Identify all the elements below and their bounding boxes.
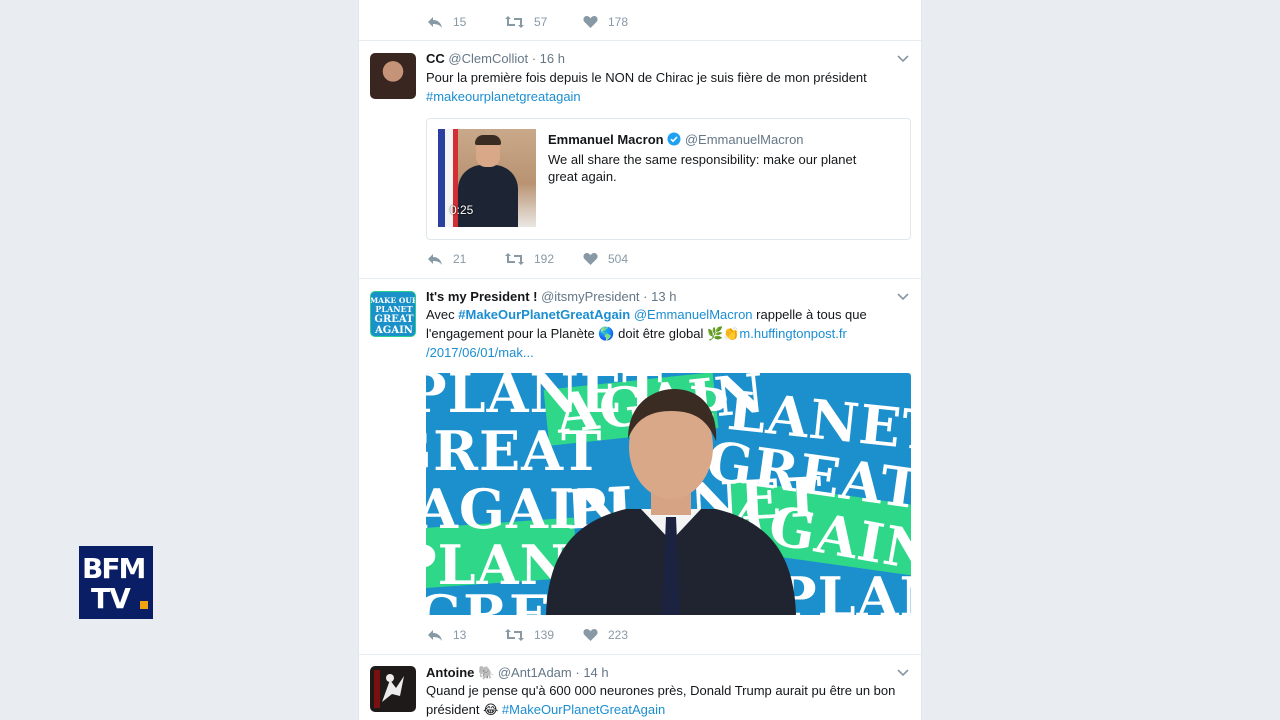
avatar-figure — [374, 670, 404, 708]
hashtag-link[interactable]: #makeourplanetgreatagain — [426, 89, 581, 104]
reply-icon — [428, 630, 442, 641]
retweet-icon — [505, 16, 524, 28]
text-segment: doit être global — [614, 326, 708, 341]
like-button[interactable]: 223 — [583, 628, 661, 642]
user-avatar[interactable] — [370, 666, 416, 712]
quoted-handle: @EmmanuelMacron — [684, 132, 804, 147]
media-image[interactable]: PLANET AGAIN PLANET GREAT GREAT AGAIN PL… — [426, 373, 911, 615]
tweet-time[interactable]: 14 h — [583, 665, 608, 680]
reply-icon — [428, 254, 442, 265]
speaker-figure — [546, 389, 796, 615]
globe-icon: 🌎 — [598, 326, 615, 341]
avatar-text: MAKE OUR PLANET GREAT AGAIN — [371, 296, 415, 336]
retweet-count: 139 — [534, 628, 555, 642]
text-segment: Avec — [426, 307, 459, 322]
verified-badge-icon — [667, 132, 681, 146]
tweet-clemcolliot[interactable]: CC @ClemColliot · 16 h Pour la première … — [359, 41, 921, 279]
tweet-body: Pour la première fois depuis le NON de C… — [426, 70, 867, 85]
retweet-count: 192 — [534, 252, 555, 266]
heart-icon — [583, 16, 598, 28]
chevron-down-icon[interactable] — [897, 666, 909, 680]
quoted-text: We all share the same responsibility: ma… — [548, 152, 857, 184]
chevron-down-icon[interactable] — [897, 52, 909, 66]
reply-button[interactable]: 13 — [427, 628, 505, 642]
tweet-header: CC @ClemColliot · 16 h — [426, 51, 565, 66]
like-count: 178 — [608, 15, 629, 29]
tweet-actions: 21 192 504 — [427, 249, 661, 269]
tweet-ant1adam[interactable]: Antoine 🐘 @Ant1Adam · 14 h Quand je pens… — [359, 655, 921, 720]
like-button[interactable]: 504 — [583, 252, 661, 266]
like-button[interactable]: 178 — [583, 15, 661, 29]
reply-button[interactable]: 21 — [427, 252, 505, 266]
tweet-feed: 15 57 178 CC @ClemColliot · 16 h Pour la… — [358, 0, 922, 720]
reply-button[interactable]: 15 — [427, 15, 505, 29]
user-handle[interactable]: @itsmyPresident — [541, 289, 639, 304]
elephant-icon: 🐘 — [478, 665, 495, 680]
user-avatar[interactable]: MAKE OUR PLANET GREAT AGAIN — [370, 291, 416, 337]
chevron-down-icon[interactable] — [897, 290, 909, 304]
retweet-count: 57 — [534, 15, 548, 29]
bfmtv-logo: BFM TV — [79, 546, 153, 619]
retweet-button[interactable]: 192 — [505, 252, 583, 266]
video-thumbnail[interactable]: 0:25 — [438, 129, 536, 227]
video-duration: 0:25 — [450, 203, 474, 217]
tweet-actions: 15 57 178 — [427, 12, 661, 32]
svg-text:GREAT: GREAT — [374, 314, 414, 325]
tweet-time[interactable]: 13 h — [651, 289, 676, 304]
reply-count: 15 — [453, 15, 467, 29]
logo-dot — [140, 601, 148, 609]
tweet-header: It's my President ! @itsmyPresident · 13… — [426, 289, 677, 304]
user-name[interactable]: Antoine — [426, 665, 474, 680]
user-name[interactable]: It's my President ! — [426, 289, 537, 304]
svg-text:AGAIN: AGAIN — [374, 325, 413, 336]
reply-icon — [428, 17, 442, 28]
quoted-name: Emmanuel Macron — [548, 132, 664, 147]
quoted-tweet[interactable]: 0:25 Emmanuel Macron @EmmanuelMacron We … — [426, 118, 911, 240]
tweet-text: Quand je pense qu'à 600 000 neurones prè… — [426, 681, 906, 719]
previous-tweet-tail: 15 57 178 — [359, 0, 921, 41]
tweet-text: Pour la première fois depuis le NON de C… — [426, 68, 896, 106]
heart-icon — [583, 253, 598, 265]
reply-count: 13 — [453, 628, 467, 642]
reply-count: 21 — [453, 252, 467, 266]
heart-icon — [583, 629, 598, 641]
user-handle[interactable]: @Ant1Adam — [498, 665, 572, 680]
hashtag-link[interactable]: #MakeOurPlanetGreatAgain — [502, 702, 665, 717]
svg-text:PLANET: PLANET — [375, 304, 412, 314]
user-name[interactable]: CC — [426, 51, 445, 66]
tweet-text: Avec #MakeOurPlanetGreatAgain @EmmanuelM… — [426, 305, 896, 362]
like-count: 504 — [608, 252, 629, 266]
like-count: 223 — [608, 628, 629, 642]
user-handle[interactable]: @ClemColliot — [448, 51, 528, 66]
tweet-actions: 13 139 223 — [427, 625, 661, 645]
quoted-user[interactable]: Emmanuel Macron @EmmanuelMacron — [548, 132, 804, 147]
user-avatar[interactable] — [370, 53, 416, 99]
tweet-time[interactable]: 16 h — [540, 51, 565, 66]
emoji-icons: 🌿👏 — [707, 326, 740, 341]
retweet-button[interactable]: 57 — [505, 15, 583, 29]
logo-line2: TV — [91, 582, 131, 615]
mention-link[interactable]: @EmmanuelMacron — [634, 307, 753, 322]
laughing-emoji-icon: 😂 — [483, 702, 499, 717]
logo-line1: BFM — [82, 552, 146, 585]
retweet-icon — [505, 253, 524, 265]
hashtag-link[interactable]: #MakeOurPlanetGreatAgain — [458, 307, 630, 322]
retweet-button[interactable]: 139 — [505, 628, 583, 642]
tweet-itsmypresident[interactable]: MAKE OUR PLANET GREAT AGAIN It's my Pres… — [359, 279, 921, 655]
retweet-icon — [505, 629, 524, 641]
tweet-header: Antoine 🐘 @Ant1Adam · 14 h — [426, 665, 609, 680]
